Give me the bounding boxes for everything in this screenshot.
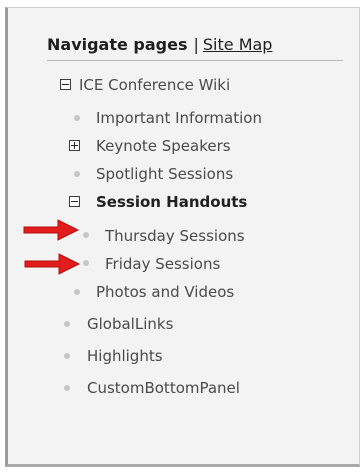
bullet-icon — [64, 385, 70, 391]
tree-item-photos-and-videos[interactable]: Photos and Videos — [96, 283, 234, 301]
tree-item-spotlight-sessions[interactable]: Spotlight Sessions — [96, 165, 233, 183]
red-arrow-icon — [24, 253, 81, 275]
tree-item-session-handouts[interactable]: Session Handouts — [96, 193, 247, 211]
header-divider — [47, 60, 343, 61]
expand-icon[interactable] — [69, 140, 80, 151]
tree-item-important-information[interactable]: Important Information — [96, 109, 262, 127]
collapse-icon[interactable] — [69, 196, 80, 207]
bullet-icon — [74, 115, 80, 121]
bullet-icon — [74, 289, 80, 295]
panel-item-globallinks[interactable]: GlobalLinks — [87, 315, 173, 333]
panel-item-custombottompanel[interactable]: CustomBottomPanel — [87, 379, 240, 397]
navigate-pages-title: Navigate pages — [47, 35, 188, 54]
bullet-icon — [74, 171, 80, 177]
bullet-icon — [64, 321, 70, 327]
site-map-link[interactable]: Site Map — [203, 35, 273, 54]
tree-item-thursday-sessions[interactable]: Thursday Sessions — [105, 227, 245, 245]
navigation-header: Navigate pages | Site Map — [47, 35, 272, 54]
panel-item-highlights[interactable]: Highlights — [87, 347, 163, 365]
bullet-icon — [83, 260, 89, 266]
collapse-icon[interactable] — [60, 79, 71, 90]
header-separator: | — [193, 35, 199, 54]
bullet-icon — [83, 232, 89, 238]
tree-item-ice-conference-wiki[interactable]: ICE Conference Wiki — [79, 76, 230, 94]
tree-item-keynote-speakers[interactable]: Keynote Speakers — [96, 137, 231, 155]
red-arrow-icon — [23, 219, 80, 241]
bullet-icon — [64, 353, 70, 359]
tree-item-friday-sessions[interactable]: Friday Sessions — [105, 255, 220, 273]
